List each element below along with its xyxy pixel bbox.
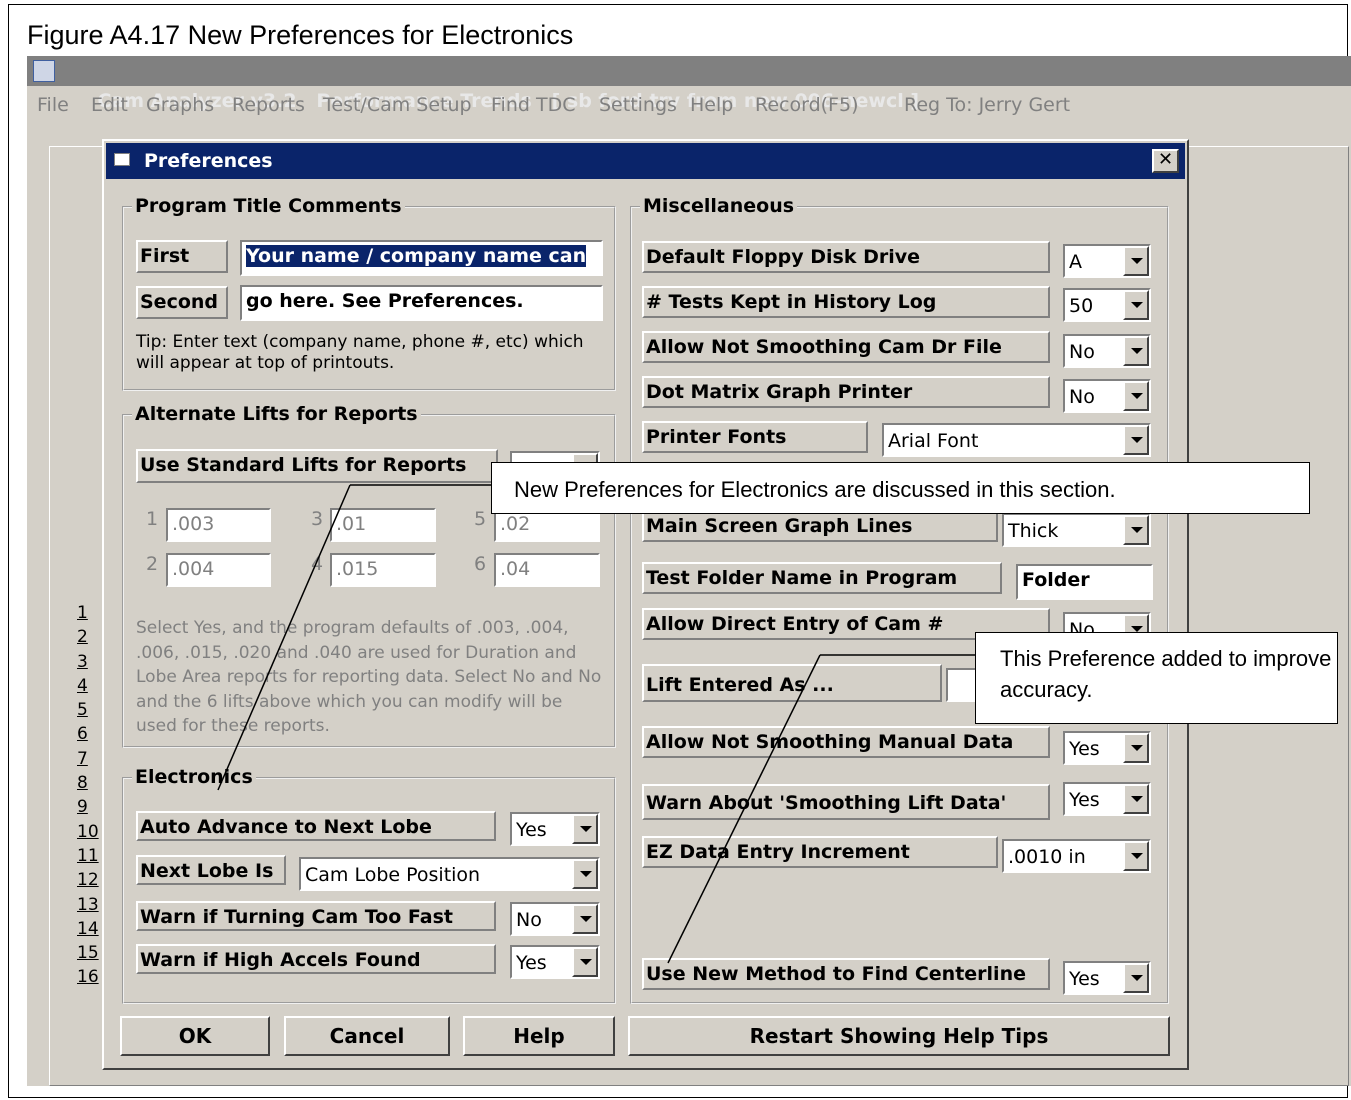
callout-leader-lines [217,484,975,964]
accuracy-callout: This Preference added to improve accurac… [975,632,1338,724]
electronics-callout: New Preferences for Electronics are disc… [491,462,1310,514]
